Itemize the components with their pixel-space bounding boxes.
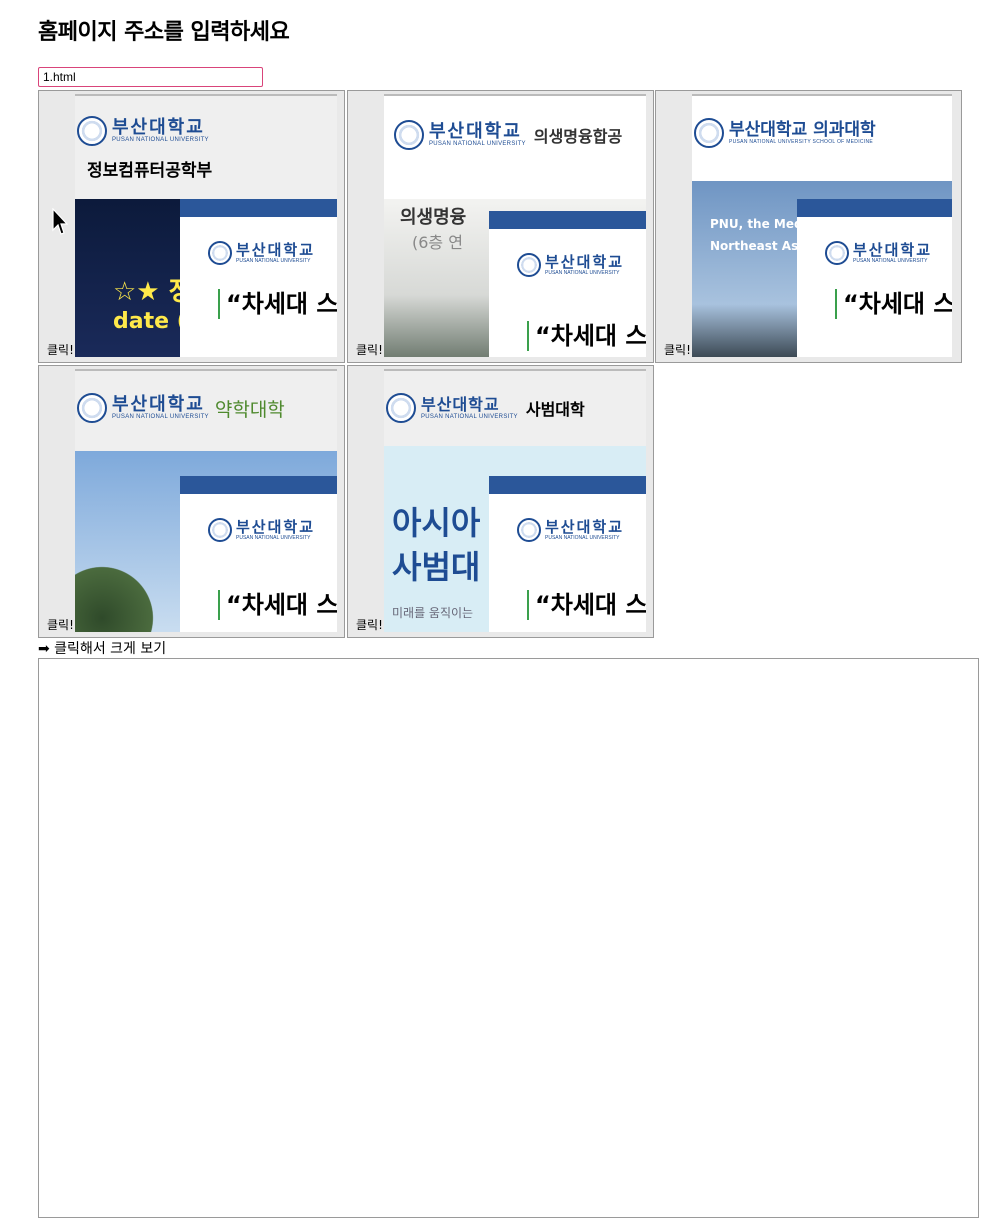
overlay-logo-korean: 부산대학교 [853, 240, 933, 259]
overlay-bar [180, 199, 337, 217]
overlay-popup: 부산대학교 PUSAN NATIONAL UNIVERSITY “차세대 스 [180, 494, 337, 632]
logo-english: PUSAN NATIONAL UNIVERSITY [429, 141, 526, 147]
site-thumbnail-card[interactable]: 부산대학교 의과대학 PUSAN NATIONAL UNIVERSITY SCH… [655, 90, 962, 363]
university-seal-icon [77, 393, 107, 423]
overlay-quote: “차세대 스 [527, 321, 646, 351]
university-logo: 부산대학교 PUSAN NATIONAL UNIVERSITY [77, 116, 209, 146]
university-seal-icon [694, 118, 724, 148]
site-thumbnail-card[interactable]: 부산대학교 PUSAN NATIONAL UNIVERSITY 의생명융합공 의… [347, 90, 654, 363]
university-seal-icon [208, 241, 232, 265]
overlay-popup: 부산대학교 PUSAN NATIONAL UNIVERSITY “차세대 스 [489, 494, 646, 632]
preview-frame[interactable] [38, 658, 979, 1218]
university-seal-icon [208, 518, 232, 542]
overlay-logo-english: PUSAN NATIONAL UNIVERSITY [545, 534, 620, 541]
site-thumbnail-card[interactable]: 부산대학교 PUSAN NATIONAL UNIVERSITY 약학대학 부산대… [38, 365, 345, 638]
logo-english: PUSAN NATIONAL UNIVERSITY SCHOOL OF MEDI… [729, 139, 874, 145]
mouse-cursor-icon [52, 208, 68, 235]
page-heading: 홈페이지 주소를 입력하세요 [38, 20, 290, 45]
university-logo: 부산대학교 PUSAN NATIONAL UNIVERSITY 약학대학 [77, 393, 285, 423]
overlay-popup: 부산대학교 PUSAN NATIONAL UNIVERSITY “차세대 스 [180, 217, 337, 357]
hero-text: 사범대 [392, 548, 481, 586]
university-seal-icon [386, 393, 416, 423]
logo-korean: 부산대학교 [112, 394, 205, 415]
overlay-logo-english: PUSAN NATIONAL UNIVERSITY [853, 257, 928, 264]
click-label[interactable]: 클릭! [47, 341, 74, 358]
overlay-popup: 부산대학교 PUSAN NATIONAL UNIVERSITY “차세대 스 [797, 217, 952, 357]
site-thumbnail-card[interactable]: 부산대학교 PUSAN NATIONAL UNIVERSITY 사범대학 아시아… [347, 365, 654, 638]
logo-english: PUSAN NATIONAL UNIVERSITY [112, 414, 209, 420]
overlay-popup: 부산대학교 PUSAN NATIONAL UNIVERSITY “차세대 스 [489, 229, 646, 357]
hero-text: (6층 연 [412, 233, 463, 252]
overlay-logo-english: PUSAN NATIONAL UNIVERSITY [236, 534, 311, 541]
click-label[interactable]: 클릭! [664, 341, 691, 358]
url-input[interactable] [38, 67, 263, 87]
overlay-quote: “차세대 스 [218, 590, 337, 620]
hero-text: date ( [113, 309, 187, 334]
university-seal-icon [394, 120, 424, 150]
overlay-quote: “차세대 스 [527, 590, 646, 620]
overlay-bar [489, 211, 646, 229]
hero-text: Northeast Asia [710, 239, 811, 253]
site-thumbnail-card[interactable]: 부산대학교 PUSAN NATIONAL UNIVERSITY 정보컴퓨터공학부… [38, 90, 345, 363]
university-logo: 부산대학교 PUSAN NATIONAL UNIVERSITY 사범대학 [386, 393, 585, 423]
hero-text: 아시아 [392, 504, 481, 542]
overlay-logo-korean: 부산대학교 [236, 517, 316, 536]
department-name: 의생명융합공 [533, 127, 623, 146]
overlay-logo-english: PUSAN NATIONAL UNIVERSITY [545, 269, 620, 276]
overlay-logo-korean: 부산대학교 [545, 252, 625, 271]
university-logo: 부산대학교 의과대학 PUSAN NATIONAL UNIVERSITY SCH… [694, 118, 876, 148]
overlay-quote: “차세대 스 [218, 289, 337, 319]
university-logo: 부산대학교 PUSAN NATIONAL UNIVERSITY 의생명융합공 [394, 120, 622, 150]
department-name: 사범대학 [525, 400, 585, 419]
overlay-quote: “차세대 스 [835, 289, 952, 319]
logo-english: PUSAN NATIONAL UNIVERSITY [421, 414, 518, 420]
university-seal-icon [77, 116, 107, 146]
department-name: 약학대학 [214, 398, 285, 421]
overlay-bar [797, 199, 952, 217]
logo-korean: 부산대학교 [112, 117, 205, 138]
hero-text: 미래를 움직이는 [392, 606, 474, 620]
site-preview: 부산대학교 PUSAN NATIONAL UNIVERSITY 의생명융합공 의… [384, 94, 646, 357]
logo-korean: 부산대학교 의과대학 [729, 120, 876, 140]
overlay-bar [489, 476, 646, 494]
department-name: 정보컴퓨터공학부 [87, 161, 213, 181]
university-seal-icon [825, 241, 849, 265]
click-to-enlarge-hint: ➡ 클릭해서 크게 보기 [38, 641, 167, 657]
site-preview: 부산대학교 PUSAN NATIONAL UNIVERSITY 사범대학 아시아… [384, 369, 646, 632]
overlay-logo-korean: 부산대학교 [236, 240, 316, 259]
university-seal-icon [517, 518, 541, 542]
university-seal-icon [517, 253, 541, 277]
site-preview: 부산대학교 PUSAN NATIONAL UNIVERSITY 정보컴퓨터공학부… [75, 94, 337, 357]
overlay-logo-korean: 부산대학교 [545, 517, 625, 536]
click-label[interactable]: 클릭! [356, 616, 383, 633]
overlay-logo-english: PUSAN NATIONAL UNIVERSITY [236, 257, 311, 264]
hero-text: 의생명융 [400, 207, 467, 228]
click-label[interactable]: 클릭! [47, 616, 74, 633]
click-label[interactable]: 클릭! [356, 341, 383, 358]
logo-english: PUSAN NATIONAL UNIVERSITY [112, 137, 209, 143]
logo-korean: 부산대학교 [421, 395, 500, 414]
site-preview: 부산대학교 PUSAN NATIONAL UNIVERSITY 약학대학 부산대… [75, 369, 337, 632]
logo-korean: 부산대학교 [429, 121, 522, 142]
overlay-bar [180, 476, 337, 494]
site-preview: 부산대학교 의과대학 PUSAN NATIONAL UNIVERSITY SCH… [692, 94, 952, 357]
